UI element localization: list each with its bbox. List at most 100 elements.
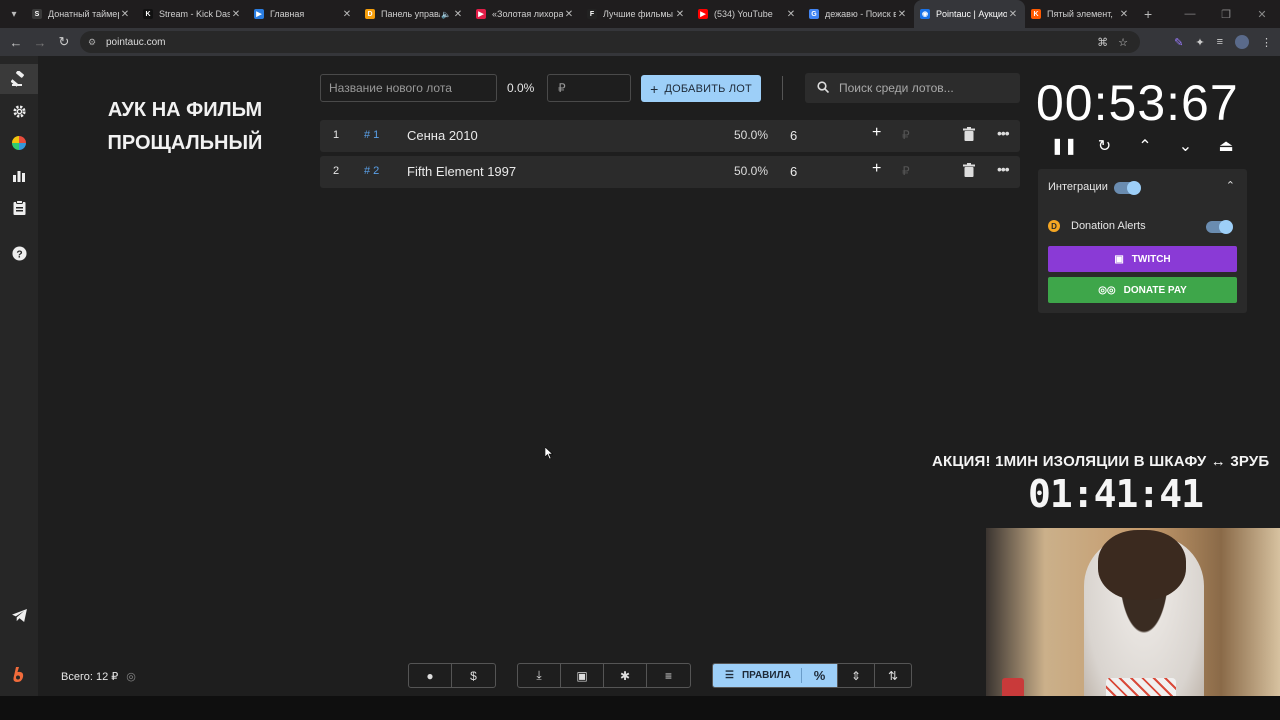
browser-tab[interactable]: K Stream - Kick Dashboard✕: [137, 0, 248, 28]
tab-close-icon[interactable]: ✕: [1118, 9, 1130, 20]
tab-close-icon[interactable]: ✕: [674, 9, 686, 20]
download-icon[interactable]: ⤓: [518, 664, 561, 687]
bug-report-icon[interactable]: ✱: [604, 664, 647, 687]
new-tab-button[interactable]: +: [1144, 6, 1152, 22]
twitch-button[interactable]: ▣ TWITCH: [1048, 246, 1237, 272]
help-icon[interactable]: ?: [0, 238, 38, 268]
browser-toolbar: ← → ↻ ⚙ pointauc.com ⌘ ☆ ✎ ✦ ≡ ⋮: [0, 28, 1280, 56]
site-info-icon[interactable]: ⚙: [88, 37, 100, 48]
more-options-icon[interactable]: •••: [997, 161, 1010, 177]
delete-lot-icon[interactable]: [963, 163, 975, 177]
url-text: pointauc.com: [106, 36, 166, 48]
tab-audio-icon[interactable]: 🔈: [440, 10, 452, 19]
new-lot-percent: 0.0%: [507, 81, 535, 95]
tab-close-icon[interactable]: ✕: [230, 9, 242, 20]
browser-tab[interactable]: ▶ Главная ✕: [248, 0, 359, 28]
browser-menu-icon[interactable]: ⋮: [1261, 36, 1272, 49]
lot-amount: 6: [790, 164, 798, 179]
sort-arrows-icon[interactable]: ⇅: [874, 664, 911, 687]
add-lot-button[interactable]: + ДОБАВИТЬ ЛОТ: [641, 75, 761, 102]
pause-icon[interactable]: ❚❚: [1050, 136, 1078, 158]
search-icon: [817, 80, 830, 96]
lot-name[interactable]: Fifth Element 1997: [407, 164, 516, 179]
add-amount-icon[interactable]: +: [872, 124, 881, 142]
lot-index: 2: [333, 165, 340, 177]
maximize-button[interactable]: ❐: [1208, 8, 1244, 21]
collapse-chevron-icon[interactable]: ⌃: [1226, 179, 1235, 192]
add-lot-label: ДОБАВИТЬ ЛОТ: [664, 82, 752, 95]
browser-tab[interactable]: F Лучшие фильмы ✕: [581, 0, 692, 28]
gavel-icon[interactable]: [0, 64, 38, 94]
browser-tab[interactable]: S Донатный таймер ✕: [26, 0, 137, 28]
donation-alerts-icon: D: [1048, 220, 1060, 232]
tab-close-icon[interactable]: ✕: [785, 9, 797, 20]
extension-pen-icon[interactable]: ✎: [1174, 36, 1183, 49]
media-control-icon[interactable]: ≡: [1217, 36, 1223, 48]
lot-amount-input[interactable]: ₽: [902, 128, 910, 142]
save-icon[interactable]: ▣: [561, 664, 604, 687]
statistics-icon[interactable]: [0, 160, 38, 190]
profile-avatar[interactable]: [1235, 35, 1249, 49]
tab-label: Пятый элемент,: [1047, 9, 1113, 19]
telegram-icon[interactable]: [0, 600, 38, 630]
percent-toggle-button[interactable]: %: [801, 668, 837, 683]
add-time-chevron-up-icon[interactable]: ⌃: [1131, 136, 1159, 158]
tab-close-icon[interactable]: ✕: [341, 9, 353, 20]
twitch-icon: ▣: [1114, 253, 1124, 265]
new-lot-amount-input[interactable]: ₽: [547, 74, 631, 102]
history-clipboard-icon[interactable]: [0, 192, 38, 222]
browser-tab[interactable]: K Пятый элемент, ✕: [1025, 0, 1136, 28]
subtract-time-chevron-down-icon[interactable]: ⌄: [1172, 136, 1200, 158]
back-icon[interactable]: ←: [4, 35, 28, 50]
boosty-icon[interactable]: [0, 659, 38, 689]
tab-label: «Золотая лихорадка»: [492, 9, 563, 19]
tab-close-icon[interactable]: ✕: [452, 9, 464, 20]
hide-total-eye-icon[interactable]: ◎: [126, 670, 136, 683]
lot-search-input[interactable]: Поиск среди лотов...: [805, 73, 1020, 103]
more-options-icon[interactable]: •••: [997, 125, 1010, 141]
extensions-puzzle-icon[interactable]: ✦: [1195, 36, 1204, 49]
settings-gear-icon[interactable]: [0, 96, 38, 126]
add-amount-icon[interactable]: +: [872, 160, 881, 178]
lot-name[interactable]: Сенна 2010: [407, 128, 478, 143]
compact-view-icon[interactable]: ⇕: [837, 664, 874, 687]
address-bar[interactable]: ⚙ pointauc.com ⌘ ☆: [80, 31, 1140, 53]
translate-icon[interactable]: ⌘: [1097, 36, 1108, 49]
lot-amount-input[interactable]: ₽: [902, 164, 910, 178]
browser-tab[interactable]: ▶ (534) YouTube ✕: [692, 0, 803, 28]
tab-favicon-icon: ▶: [476, 9, 486, 19]
tab-favicon-icon: ▶: [698, 9, 708, 19]
github-icon[interactable]: ●: [409, 664, 452, 687]
donatepay-button[interactable]: ◎◎ DONATE PAY: [1048, 277, 1237, 303]
wheel-icon[interactable]: [0, 128, 38, 158]
bottom-strip: [0, 696, 1280, 720]
donation-alerts-toggle[interactable]: [1206, 220, 1233, 234]
clear-lots-icon[interactable]: ≡: [647, 664, 690, 687]
lot-row[interactable]: 2 # 2 Fifth Element 1997 50.0% 6 + ₽ •••: [320, 156, 1020, 188]
total-label: Всего: 12 ₽: [61, 671, 119, 683]
tab-search-button[interactable]: ▾: [2, 4, 26, 24]
tab-close-icon[interactable]: ✕: [119, 9, 131, 20]
donate-dollar-icon[interactable]: $: [452, 664, 495, 687]
browser-tab[interactable]: D Панель управления🔈✕: [359, 0, 470, 28]
rules-list-icon: ☰: [725, 670, 734, 681]
browser-tab[interactable]: ◉ Pointauc | Аукцион ✕: [914, 0, 1025, 28]
close-window-button[interactable]: ✕: [1244, 8, 1280, 21]
save-load-button-group: ⤓ ▣ ✱ ≡: [517, 663, 691, 688]
integrations-toggle[interactable]: [1114, 181, 1141, 195]
forward-icon[interactable]: →: [28, 35, 52, 50]
rules-button[interactable]: ☰ ПРАВИЛА %: [713, 664, 837, 687]
browser-tab[interactable]: ▶ «Золотая лихорадка»✕: [470, 0, 581, 28]
double-time-icon[interactable]: ⏏: [1212, 136, 1240, 158]
tab-close-icon[interactable]: ✕: [563, 9, 575, 20]
browser-tab[interactable]: Gдежавю - Поиск в Google✕: [803, 0, 914, 28]
delete-lot-icon[interactable]: [963, 127, 975, 141]
new-lot-name-input[interactable]: Название нового лота: [320, 74, 497, 102]
tab-close-icon[interactable]: ✕: [1007, 9, 1019, 20]
minimize-button[interactable]: —: [1172, 8, 1208, 20]
reload-icon[interactable]: ↻: [52, 34, 76, 50]
lot-row[interactable]: 1 # 1 Сенна 2010 50.0% 6 + ₽ •••: [320, 120, 1020, 152]
tab-close-icon[interactable]: ✕: [896, 9, 908, 20]
reset-timer-icon[interactable]: ↻: [1091, 136, 1119, 158]
bookmark-star-icon[interactable]: ☆: [1118, 36, 1128, 49]
